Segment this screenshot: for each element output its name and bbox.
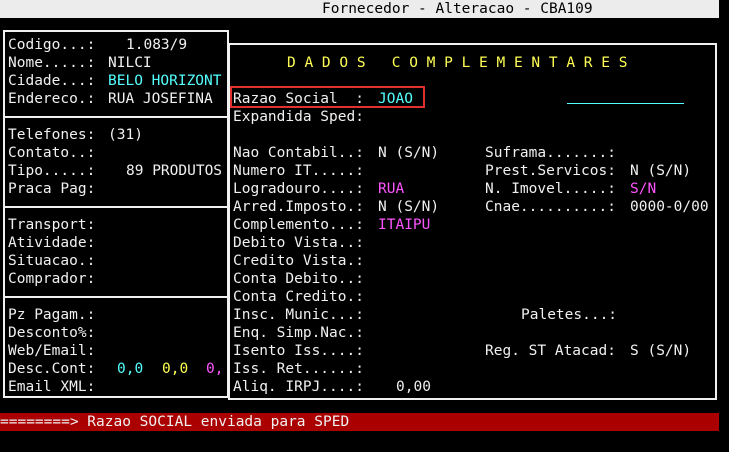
left-divider-2: [3, 206, 229, 208]
paletes-label: Paletes...:: [521, 307, 618, 323]
aliq-irpj-value[interactable]: 0,00: [396, 378, 431, 396]
cnae-value[interactable]: 0000-0/00: [630, 198, 709, 216]
arred-imposto-value[interactable]: N (S/N): [378, 198, 439, 216]
isento-iss-label: Isento Iss....:: [233, 343, 364, 359]
left-divider-1: [3, 116, 229, 118]
situacao-label: Situacao.:: [8, 253, 96, 269]
enq-simp-nac-label: Enq. Simp.Nac.:: [233, 325, 364, 341]
endereco-label: Endereco.:: [8, 91, 96, 107]
conta-credito-label: Conta Credito.:: [233, 289, 364, 305]
credito-vista-label: Credito Vista.:: [233, 253, 364, 269]
window-title: Fornecedor - Alteracao - CBA109: [322, 1, 593, 17]
contato-label: Contato..:: [8, 145, 96, 161]
reg-st-atacad-value[interactable]: S (S/N): [630, 342, 691, 360]
iss-ret-label: Iss. Ret......:: [233, 361, 364, 377]
praca-pag-label: Praca Pag:: [8, 181, 96, 197]
telefones-value[interactable]: (31): [108, 126, 143, 144]
nao-contabil-value[interactable]: N (S/N): [378, 144, 439, 162]
web-email-label: Web/Email:: [8, 343, 96, 359]
left-divider-3: [3, 296, 229, 298]
cnae-label: Cnae..........:: [485, 199, 616, 215]
nome-label: Nome.....:: [8, 55, 96, 71]
desc-cont-value-3[interactable]: 0,: [206, 360, 223, 378]
desc-cont-label: Desc.Cont:: [8, 361, 96, 377]
cidade-label: Cidade...:: [8, 73, 96, 89]
nao-contabil-label: Nao Contabil..:: [233, 145, 364, 161]
expandida-sped-label: Expandida Sped:: [233, 109, 364, 125]
complemento-label: Complemento...:: [233, 217, 364, 233]
window-title-bar: Fornecedor - Alteracao - CBA109: [0, 0, 719, 18]
razao-social-label: Razao Social :: [233, 91, 364, 107]
input-underline: [567, 103, 684, 104]
cidade-value[interactable]: BELO HORIZONT: [108, 72, 222, 90]
tipo-label: Tipo.....:: [8, 163, 96, 179]
status-message: ========> Razao SOCIAL enviada para SPED: [0, 414, 350, 430]
transport-label: Transport:: [8, 217, 96, 233]
logradouro-value[interactable]: RUA: [378, 180, 404, 198]
comprador-label: Comprador:: [8, 271, 96, 287]
numero-it-label: Numero IT.....:: [233, 163, 364, 179]
email-xml-label: Email XML:: [8, 379, 96, 395]
debito-vista-label: Debito Vista..:: [233, 235, 364, 251]
tipo-value[interactable]: 89 PRODUTOS: [126, 162, 222, 180]
logradouro-label: Logradouro....:: [233, 181, 364, 197]
codigo-label: Codigo...:: [8, 37, 96, 53]
telefones-label: Telefones:: [8, 127, 96, 143]
prest-servicos-label: Prest.Servicos:: [485, 163, 616, 179]
razao-social-value[interactable]: JOAO: [378, 90, 413, 108]
desc-cont-value-1[interactable]: 0,0: [117, 360, 143, 378]
pz-pagam-label: Pz Pagam.:: [8, 307, 96, 323]
conta-debito-label: Conta Debito..:: [233, 271, 364, 287]
endereco-value[interactable]: RUA JOSEFINA: [108, 90, 213, 108]
complemento-value[interactable]: ITAIPU: [378, 216, 430, 234]
atividade-label: Atividade:: [8, 235, 96, 251]
dados-complementares-header: D A D O S C O M P L E M E N T A R E S: [287, 55, 628, 71]
suframa-label: Suframa.......:: [485, 145, 616, 161]
codigo-value[interactable]: 1.083/9: [126, 36, 187, 54]
prest-servicos-value[interactable]: N (S/N): [630, 162, 691, 180]
status-bar: ========> Razao SOCIAL enviada para SPED: [0, 413, 719, 431]
insc-munic-label: Insc. Munic...:: [233, 307, 364, 323]
aliq-irpj-label: Aliq. IRPJ....:: [233, 379, 364, 395]
arred-imposto-label: Arred.Imposto.:: [233, 199, 364, 215]
n-imovel-label: N. Imovel.....:: [485, 181, 616, 197]
desc-cont-value-2[interactable]: 0,0: [162, 360, 188, 378]
reg-st-atacad-label: Reg. ST Atacad:: [485, 343, 616, 359]
desconto-label: Desconto%:: [8, 325, 96, 341]
n-imovel-value[interactable]: S/N: [630, 180, 656, 198]
nome-value[interactable]: NILCI: [108, 54, 152, 72]
